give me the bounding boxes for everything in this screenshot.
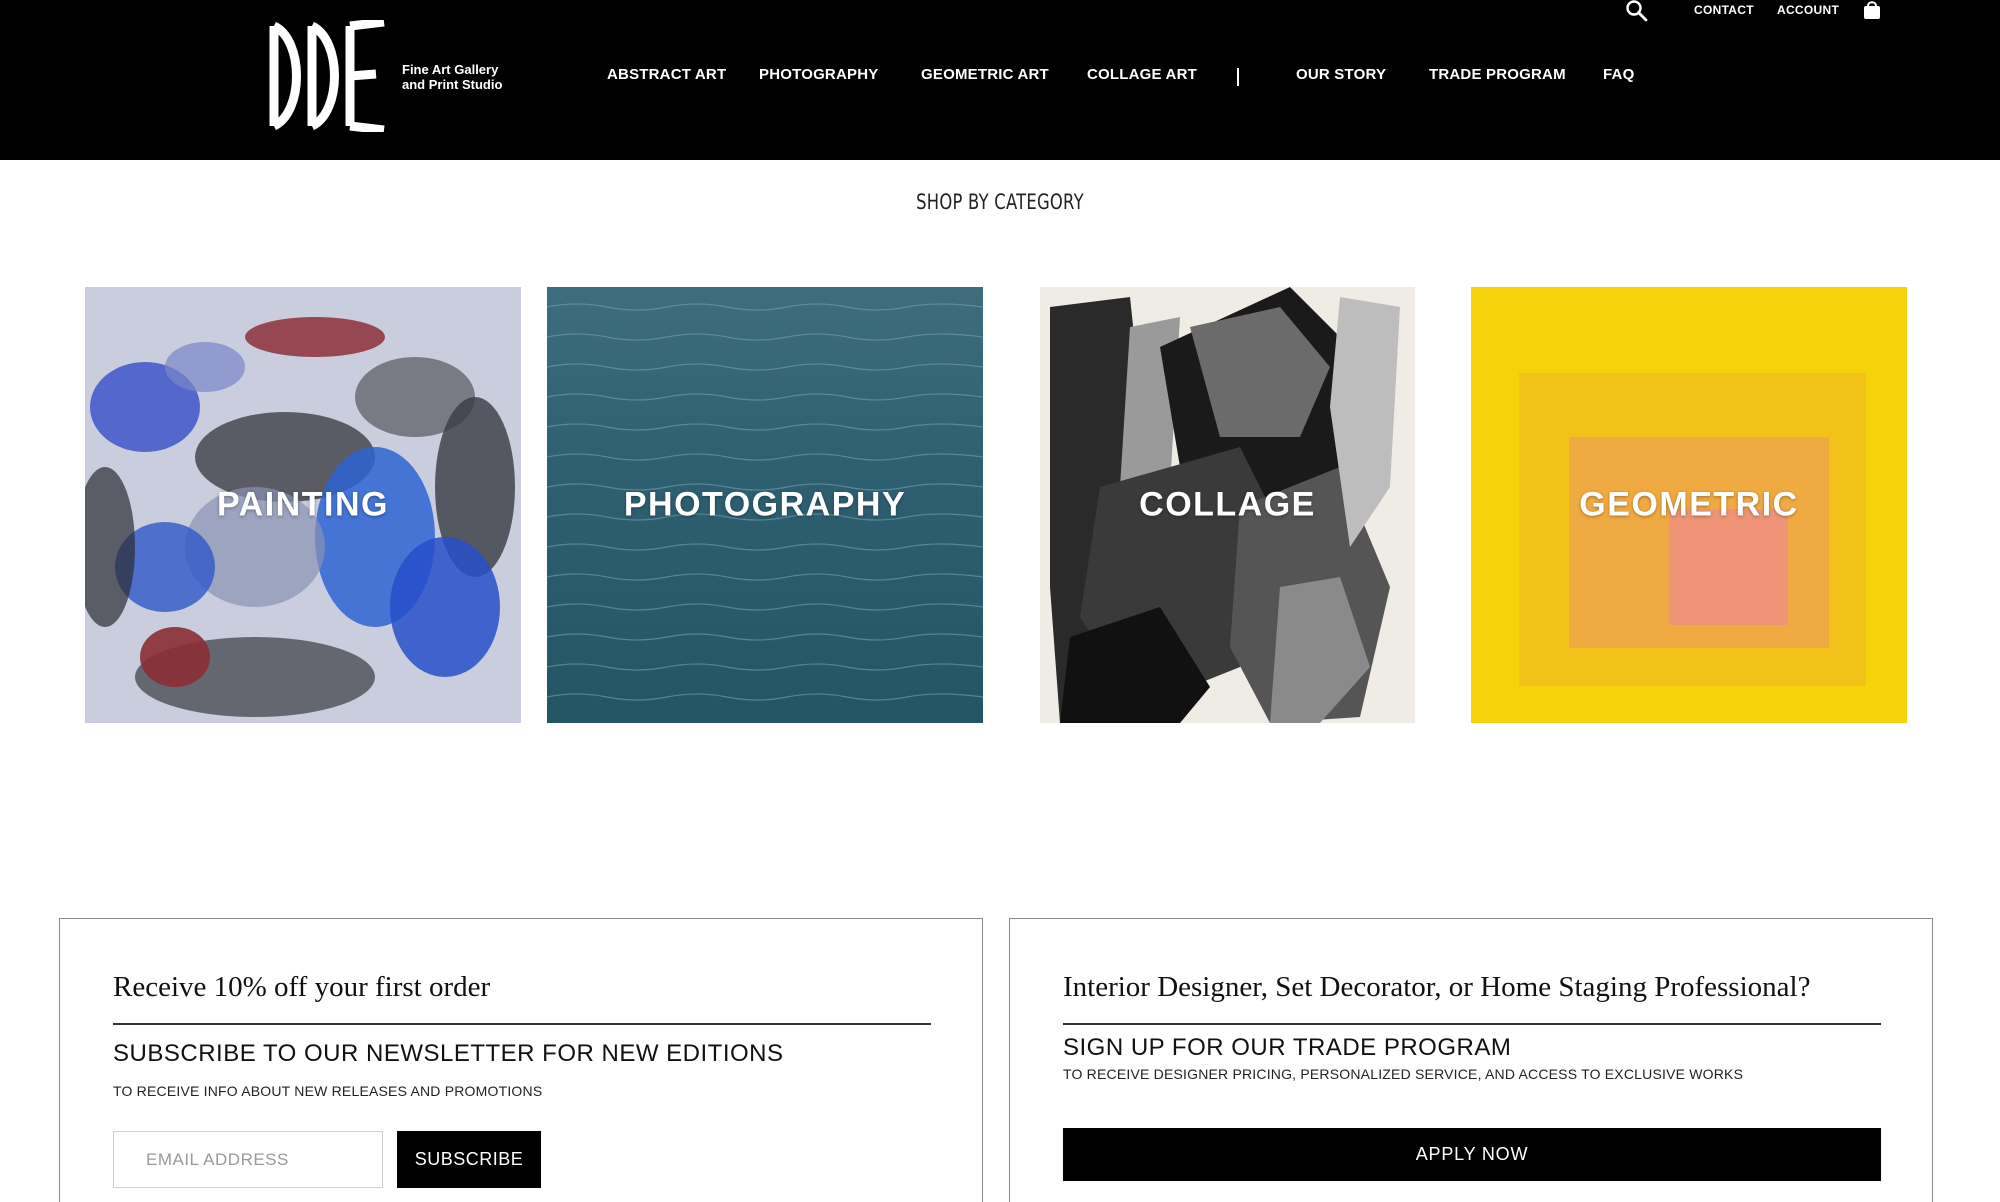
nav-trade-program[interactable]: TRADE PROGRAM — [1429, 66, 1566, 83]
subscribe-button[interactable]: SUBSCRIBE — [397, 1131, 541, 1188]
nav-divider — [1237, 68, 1239, 86]
trade-heading: Interior Designer, Set Decorator, or Hom… — [1063, 971, 1811, 1003]
apply-now-button[interactable]: APPLY NOW — [1063, 1128, 1881, 1181]
newsletter-divider — [113, 1023, 931, 1025]
trade-subheading: SIGN UP FOR OUR TRADE PROGRAM — [1063, 1034, 1512, 1061]
category-label-geometric: GEOMETRIC — [1579, 485, 1799, 524]
nav-collage-art[interactable]: COLLAGE ART — [1087, 66, 1197, 83]
shopping-bag-icon[interactable] — [1862, 0, 1882, 20]
trade-divider — [1063, 1023, 1881, 1025]
contact-link[interactable]: CONTACT — [1694, 0, 1754, 20]
trade-note: TO RECEIVE DESIGNER PRICING, PERSONALIZE… — [1063, 1066, 1744, 1082]
nav-our-story[interactable]: OUR STORY — [1296, 66, 1386, 83]
search-icon[interactable] — [1625, 0, 1649, 22]
newsletter-box: Receive 10% off your first order SUBSCRI… — [59, 918, 983, 1202]
category-label-painting: PAINTING — [217, 485, 389, 524]
shop-by-category-title: SHOP BY CATEGORY — [916, 190, 1084, 214]
newsletter-subheading: SUBSCRIBE TO OUR NEWSLETTER FOR NEW EDIT… — [113, 1040, 784, 1067]
account-link[interactable]: ACCOUNT — [1777, 0, 1839, 20]
site-header: Fine Art Gallery and Print Studio CONTAC… — [0, 0, 2000, 160]
category-collage-tile[interactable]: COLLAGE — [1040, 287, 1415, 723]
newsletter-note: TO RECEIVE INFO ABOUT NEW RELEASES AND P… — [113, 1083, 543, 1099]
category-geometric-tile[interactable]: GEOMETRIC — [1471, 287, 1907, 723]
newsletter-heading: Receive 10% off your first order — [113, 971, 491, 1003]
category-label-photography: PHOTOGRAPHY — [623, 485, 907, 524]
main-nav: ABSTRACT ART PHOTOGRAPHY GEOMETRIC ART C… — [0, 66, 2000, 90]
nav-faq[interactable]: FAQ — [1603, 66, 1634, 83]
trade-program-box: Interior Designer, Set Decorator, or Hom… — [1009, 918, 1933, 1202]
nav-photography[interactable]: PHOTOGRAPHY — [759, 66, 878, 83]
category-photography-tile[interactable]: PHOTOGRAPHY — [547, 287, 983, 723]
category-label-collage: COLLAGE — [1139, 485, 1316, 524]
category-painting-tile[interactable]: PAINTING — [85, 287, 521, 723]
nav-abstract-art[interactable]: ABSTRACT ART — [607, 66, 726, 83]
email-field[interactable] — [113, 1131, 383, 1188]
nav-geometric-art[interactable]: GEOMETRIC ART — [921, 66, 1049, 83]
